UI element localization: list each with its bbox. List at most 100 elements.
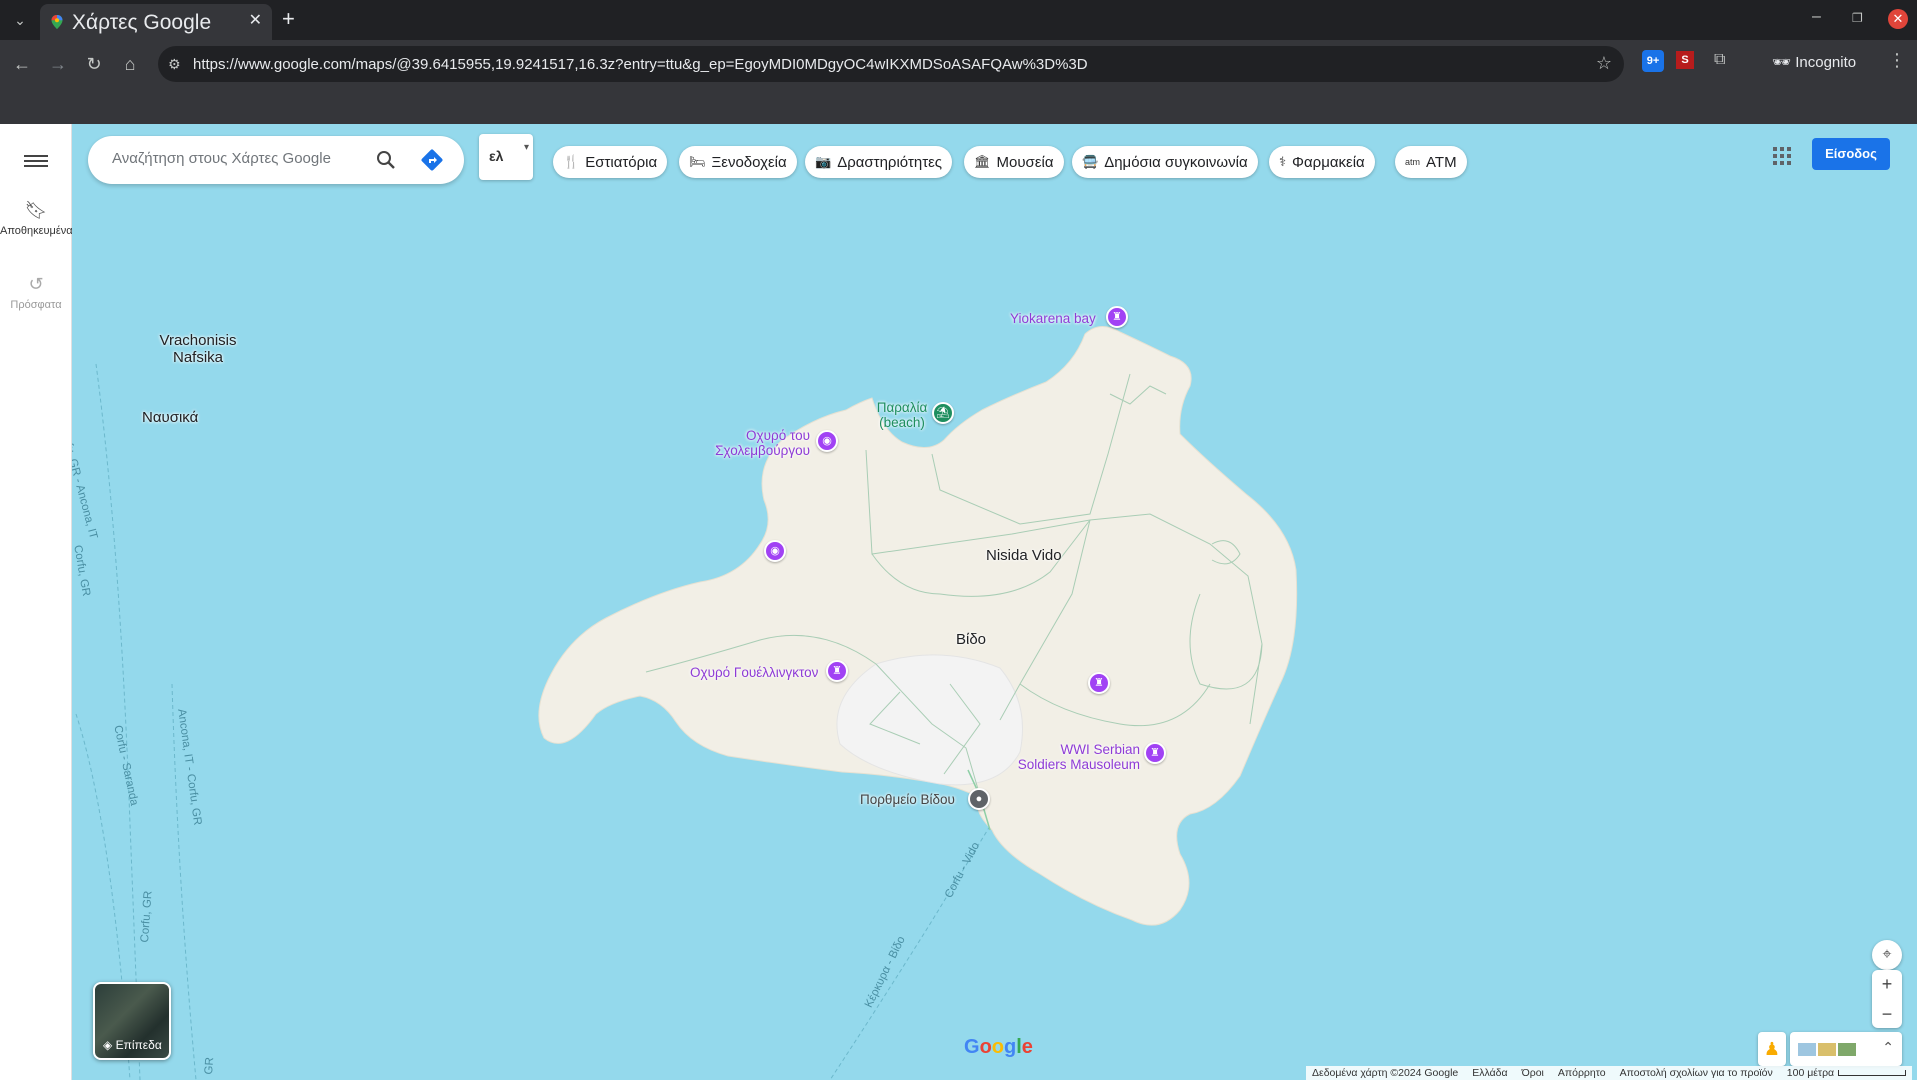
browser-tab-active[interactable]: Χάρτες Google ✕ xyxy=(40,4,272,40)
chip-label: Μουσεία xyxy=(996,153,1054,171)
footer-country-link[interactable]: Ελλάδα xyxy=(1472,1067,1507,1079)
reload-icon[interactable]: ↻ xyxy=(82,52,106,76)
label-paralia-beach[interactable]: Παραλία (beach) xyxy=(870,400,934,430)
zoom-in-button[interactable]: + xyxy=(1872,970,1902,998)
layers-label: ◈ Επίπεδα xyxy=(103,1038,162,1052)
rail-item-recent[interactable]: ↺ Πρόσφατα xyxy=(0,274,72,311)
imagery-thumbnails[interactable]: ⌃ xyxy=(1790,1032,1902,1066)
browser-toolbar: ← → ↻ ⌂ ⚙ https://www.google.com/maps/@3… xyxy=(0,40,1917,88)
home-icon[interactable]: ⌂ xyxy=(118,52,142,76)
my-location-icon[interactable]: ⌖ xyxy=(1872,940,1902,970)
poi-mausoleum-pin-icon[interactable]: ♜ xyxy=(1144,742,1166,764)
search-box xyxy=(88,136,464,184)
maps-page: Vrachonisis Nafsika Ναυσικά Yiokarena ba… xyxy=(0,124,1917,1080)
scale-indicator[interactable]: 100 μέτρα xyxy=(1787,1067,1907,1079)
bookmark-icon: 🔖︎ xyxy=(24,200,48,220)
tab-title: Χάρτες Google xyxy=(72,11,212,34)
rail-item-saved[interactable]: 🔖︎ Αποθηκευμένα xyxy=(0,200,72,237)
caret-down-icon: ▾ xyxy=(523,142,529,153)
google-logo: Google xyxy=(964,1036,1033,1059)
layers-button[interactable]: ◈ Επίπεδα xyxy=(93,982,171,1060)
chip-pharmacies[interactable]: ⚕ Φαρμακεία xyxy=(1269,146,1375,178)
new-tab-plus-icon[interactable]: + xyxy=(282,6,295,32)
google-maps-favicon-icon xyxy=(51,15,63,29)
label-vido[interactable]: Βίδο xyxy=(956,632,986,647)
layers-icon: ◈ xyxy=(103,1038,116,1052)
restore-icon[interactable]: ❐ xyxy=(1852,11,1863,25)
tab-list-chevron-icon[interactable]: ⌄ xyxy=(6,8,34,32)
chip-label: Φαρμακεία xyxy=(1292,153,1365,171)
bookmark-star-icon[interactable]: ☆ xyxy=(1596,53,1612,74)
poi-monument-pin-icon[interactable]: ♜ xyxy=(1088,672,1110,694)
poi-ferry-pin-icon[interactable]: ● xyxy=(968,788,990,810)
apps-grid-icon[interactable] xyxy=(1772,146,1792,166)
logo-letter: e xyxy=(1021,1036,1033,1058)
camera-icon: 📷 xyxy=(815,154,832,169)
map-canvas[interactable] xyxy=(0,124,1917,1080)
chip-activities[interactable]: 📷 Δραστηριότητες xyxy=(805,146,953,178)
label-ochyro-schulenburg[interactable]: Οχυρό του Σχολεμβούργου xyxy=(704,428,810,458)
extension-s-icon[interactable]: S xyxy=(1676,51,1694,69)
chip-label: Δημόσια συγκοινωνία xyxy=(1104,153,1248,171)
imagery-thumb[interactable] xyxy=(1798,1043,1816,1056)
tab-close-icon[interactable]: ✕ xyxy=(249,10,262,30)
route-label-gr-right: GR xyxy=(202,1056,217,1075)
incognito-label: Incognito xyxy=(1795,54,1857,71)
logo-letter: G xyxy=(964,1036,980,1058)
forward-arrow-icon[interactable]: → xyxy=(46,52,70,76)
footer-terms-link[interactable]: Όροι xyxy=(1522,1067,1544,1079)
minimize-icon[interactable]: – xyxy=(1812,8,1821,26)
poi-beach-pin-icon[interactable]: ⛱ xyxy=(932,402,954,424)
extension-badge-icon[interactable]: 9+ xyxy=(1642,50,1664,72)
rail-saved-label: Αποθηκευμένα xyxy=(0,225,72,237)
footer-data: Δεδομένα χάρτη ©2024 Google xyxy=(1312,1067,1459,1079)
museum-icon: 🏛 xyxy=(974,154,991,169)
chip-hotels[interactable]: 🛏 Ξενοδοχεία xyxy=(679,146,797,178)
incognito-icon: 🕶 xyxy=(1772,54,1796,71)
label-nisida-vido[interactable]: Nisida Vido xyxy=(986,548,1062,563)
label-vrachonisis-nafsika[interactable]: Vrachonisis Nafsika xyxy=(148,332,248,366)
search-icon[interactable] xyxy=(374,148,398,172)
bookmarks-bar xyxy=(0,88,1917,124)
label-ochyro-wellington[interactable]: Οχυρό Γουέλλινγκτον xyxy=(690,665,818,680)
language-label: ελ xyxy=(489,148,504,164)
footer-feedback-link[interactable]: Αποστολή σχολίων για το προϊόν xyxy=(1620,1067,1773,1079)
incognito-indicator[interactable]: 🕶 Incognito xyxy=(1762,48,1866,78)
extensions-puzzle-icon[interactable]: ⧉ xyxy=(1714,51,1725,69)
back-arrow-icon[interactable]: ← xyxy=(10,52,34,76)
transit-icon: 🚍 xyxy=(1082,154,1099,169)
sign-in-button[interactable]: Είσοδος xyxy=(1812,138,1890,170)
chip-label: Ξενοδοχεία xyxy=(711,153,787,171)
poi-wellington-pin-icon[interactable]: ♜ xyxy=(826,660,848,682)
language-toggle-button[interactable]: ελ ▾ xyxy=(479,134,533,180)
address-bar[interactable]: ⚙ https://www.google.com/maps/@39.641595… xyxy=(158,46,1624,82)
label-serbian-mausoleum[interactable]: WWI Serbian Soldiers Mausoleum xyxy=(1010,742,1140,772)
street-view-pegman-icon[interactable]: ♟ xyxy=(1758,1032,1786,1066)
chip-public-transit[interactable]: 🚍 Δημόσια συγκοινωνία xyxy=(1072,146,1258,178)
imagery-thumb[interactable] xyxy=(1818,1043,1836,1056)
imagery-thumb[interactable] xyxy=(1838,1043,1856,1056)
url-text[interactable]: https://www.google.com/maps/@39.6415955,… xyxy=(193,56,1088,73)
hamburger-menu-icon[interactable] xyxy=(24,152,48,172)
poi-schulenburg-camera-icon[interactable]: ◉ xyxy=(816,430,838,452)
pharmacy-icon: ⚕ xyxy=(1279,154,1287,169)
browser-tab-bar: ⌄ Χάρτες Google ✕ + – ❐ ✕ xyxy=(0,0,1917,40)
layers-text: Επίπεδα xyxy=(115,1038,162,1052)
zoom-control: + − xyxy=(1872,970,1902,1028)
label-yiokarena-bay[interactable]: Yiokarena bay xyxy=(1010,311,1096,326)
chip-restaurants[interactable]: 🍴 Εστιατόρια xyxy=(553,146,668,178)
label-ferry-vido[interactable]: Πορθμείο Βίδου xyxy=(860,792,955,807)
label-nafsika[interactable]: Ναυσικά xyxy=(142,410,198,425)
chip-museums[interactable]: 🏛 Μουσεία xyxy=(964,146,1064,178)
directions-icon[interactable] xyxy=(420,148,444,172)
search-input[interactable] xyxy=(112,150,362,167)
window-close-icon[interactable]: ✕ xyxy=(1888,9,1908,29)
poi-yiokarena-pin-icon[interactable]: ♜ xyxy=(1106,306,1128,328)
expand-up-icon[interactable]: ⌃ xyxy=(1882,1039,1894,1056)
chip-atm[interactable]: atm ATM xyxy=(1395,146,1467,178)
footer-privacy-link[interactable]: Απόρρητο xyxy=(1558,1067,1606,1079)
browser-menu-icon[interactable]: ⋮ xyxy=(1888,50,1906,71)
poi-camera-icon[interactable]: ◉ xyxy=(764,540,786,562)
site-info-icon[interactable]: ⚙ xyxy=(168,56,181,73)
zoom-out-button[interactable]: − xyxy=(1872,1000,1902,1028)
